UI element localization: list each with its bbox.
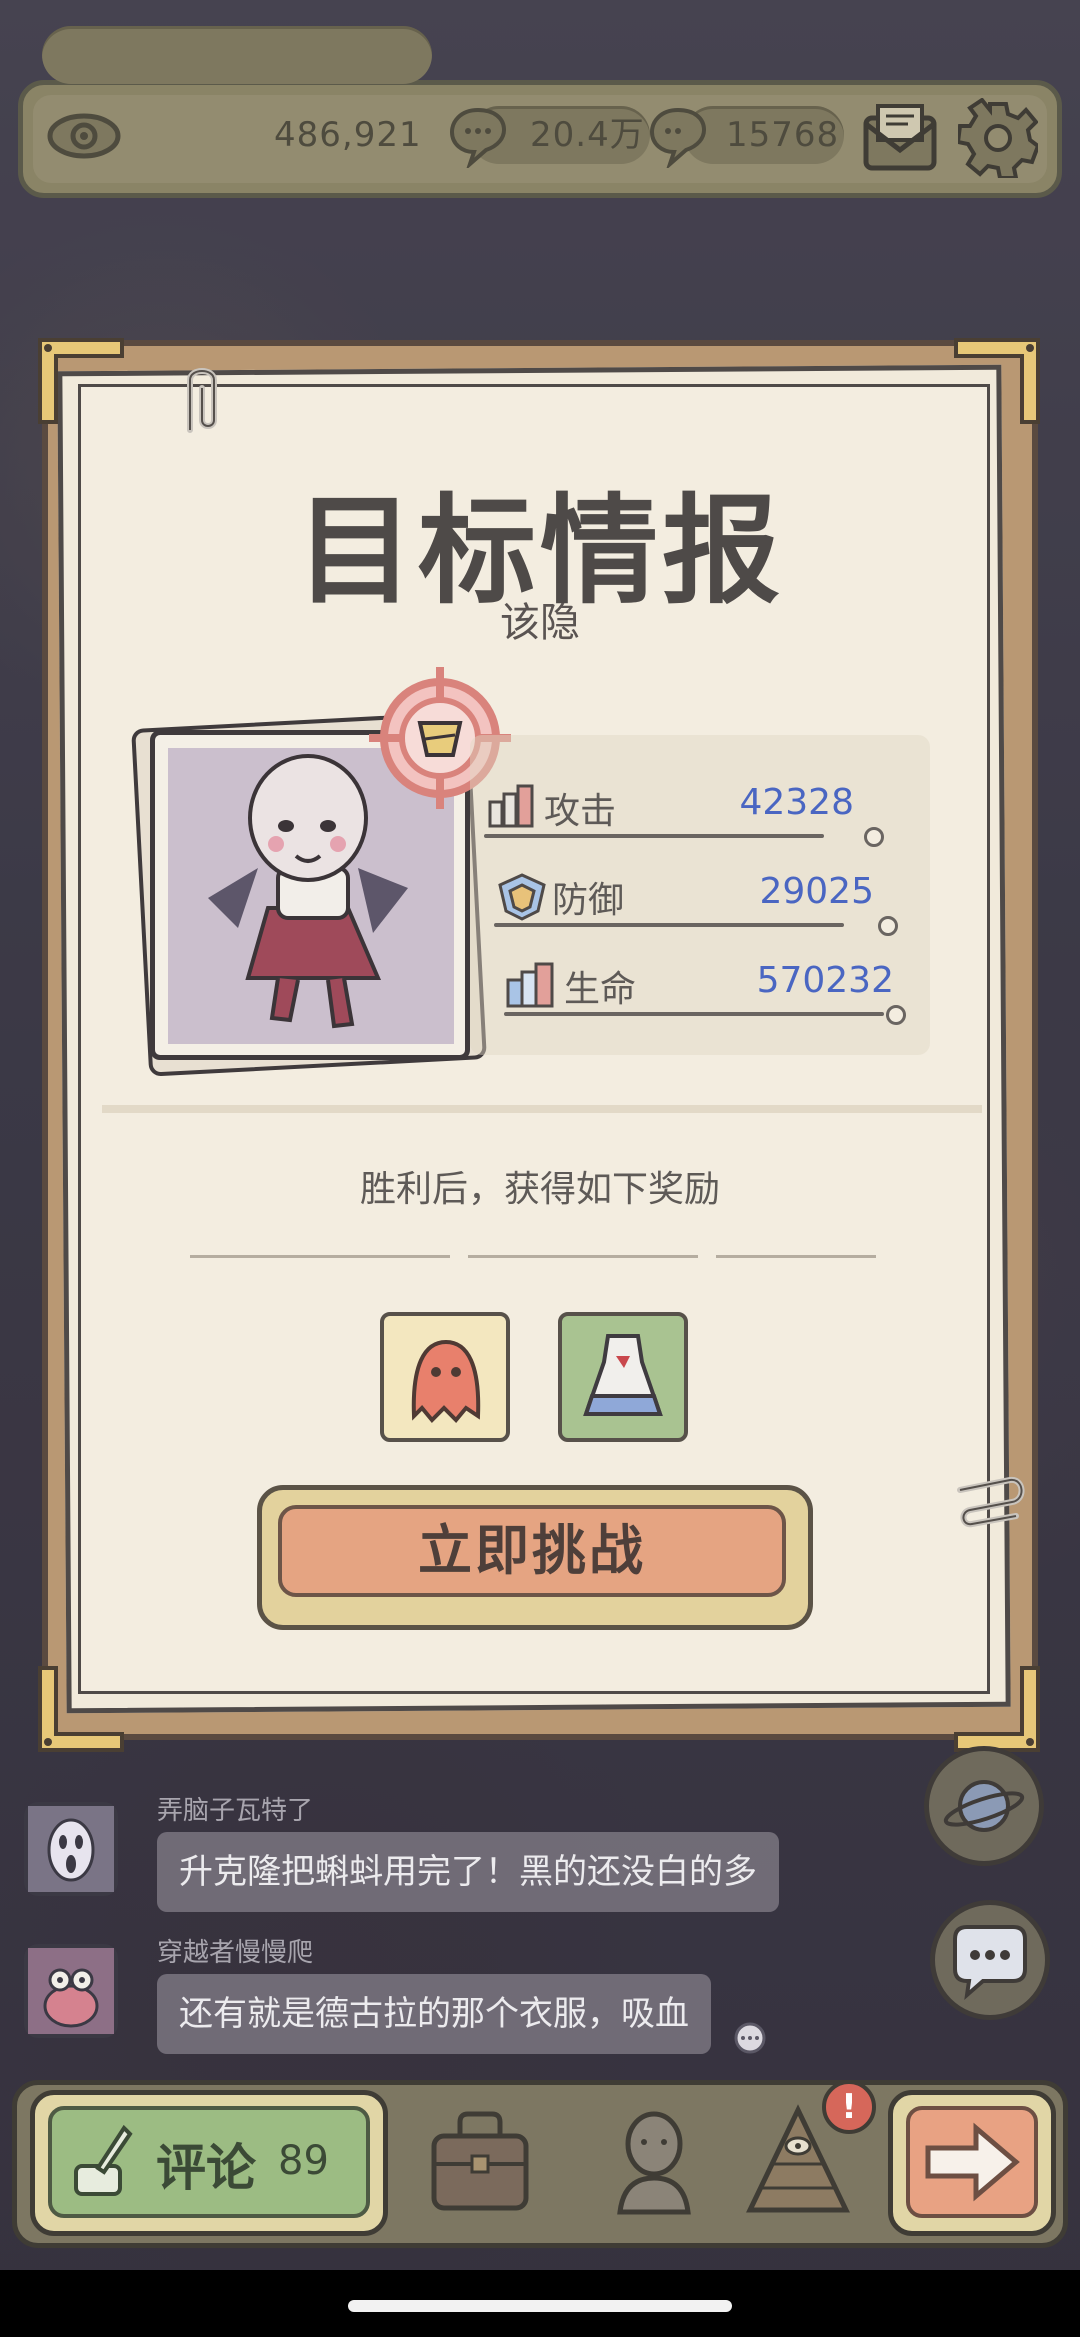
attack-icon (488, 784, 534, 828)
chat-bubble-icon (953, 1925, 1027, 2001)
stat-value-health: 570232 (756, 960, 894, 1001)
creature-avatar-icon (28, 1948, 114, 2034)
dress-icon (583, 1334, 663, 1416)
planet-button[interactable] (924, 1746, 1044, 1866)
section-divider (102, 1105, 982, 1113)
stat-value-attack: 42328 (739, 782, 854, 823)
paper-clip-icon (187, 368, 217, 433)
planet-icon (943, 1780, 1025, 1832)
chat-username: 穿越者慢慢爬 (157, 1938, 314, 1968)
alert-badge: ! (822, 2080, 876, 2134)
mail-icon[interactable] (860, 100, 940, 176)
chat-button[interactable] (930, 1900, 1050, 2020)
chat-username: 弄脑子瓦特了 (157, 1796, 314, 1826)
more-dots-icon[interactable] (730, 2020, 768, 2056)
avatar[interactable] (24, 1802, 118, 1896)
views-count: 486,921 (274, 115, 422, 155)
brass-corner-top-right (954, 338, 1040, 424)
stat-label-health: 生命 (564, 969, 637, 1010)
brass-corner-top-left (38, 338, 124, 424)
speech-bubble-icon (449, 107, 507, 168)
comment-count: 89 (278, 2138, 329, 2184)
reward-heading: 胜利后，获得如下奖励 (359, 1169, 720, 1210)
stat-value-defense: 29025 (759, 871, 874, 912)
stat-label-defense: 防御 (552, 880, 625, 921)
stat-row-attack: 攻击 42328 (484, 782, 894, 847)
defense-icon (498, 873, 546, 921)
stat-row-health: 生命 570232 (504, 960, 914, 1025)
brass-corner-bottom-right (954, 1666, 1040, 1752)
arrow-right-icon (925, 2122, 1020, 2202)
ghost-costume-icon (411, 1339, 481, 1423)
reward-item-dress[interactable] (558, 1312, 688, 1442)
quill-inkpot-icon (74, 2124, 133, 2196)
reward-item-ghost-costume[interactable] (380, 1312, 510, 1442)
target-name: 该隐 (500, 600, 580, 646)
chat-message: 还有就是德古拉的那个衣服，吸血 (157, 1974, 711, 2054)
briefcase-icon[interactable] (420, 2092, 540, 2232)
bust-statue-icon[interactable] (594, 2092, 714, 2232)
chat-message: 升克隆把蝌蚪用完了！黑的还没白的多 (157, 1832, 779, 1912)
eye-icon (47, 113, 121, 159)
next-button[interactable] (906, 2106, 1038, 2218)
paper-clip-icon (957, 1477, 1025, 1528)
brass-corner-bottom-left (38, 1666, 124, 1752)
health-icon (506, 962, 554, 1008)
avatar[interactable] (24, 1944, 118, 2038)
comment-count-b: 15768 (726, 115, 840, 155)
scream-mask-avatar-icon (28, 1806, 114, 1892)
speech-bubble-icon (649, 107, 707, 168)
stat-row-defense: 防御 29025 (494, 871, 904, 936)
home-indicator[interactable] (348, 2300, 732, 2312)
comment-label: 评论 (156, 2139, 256, 2197)
gear-icon[interactable] (958, 98, 1038, 178)
views-pill (42, 26, 432, 84)
comment-count-a: 20.4万 (530, 115, 645, 155)
stat-label-attack: 攻击 (544, 791, 617, 832)
challenge-button[interactable]: 立即挑战 (278, 1505, 786, 1597)
